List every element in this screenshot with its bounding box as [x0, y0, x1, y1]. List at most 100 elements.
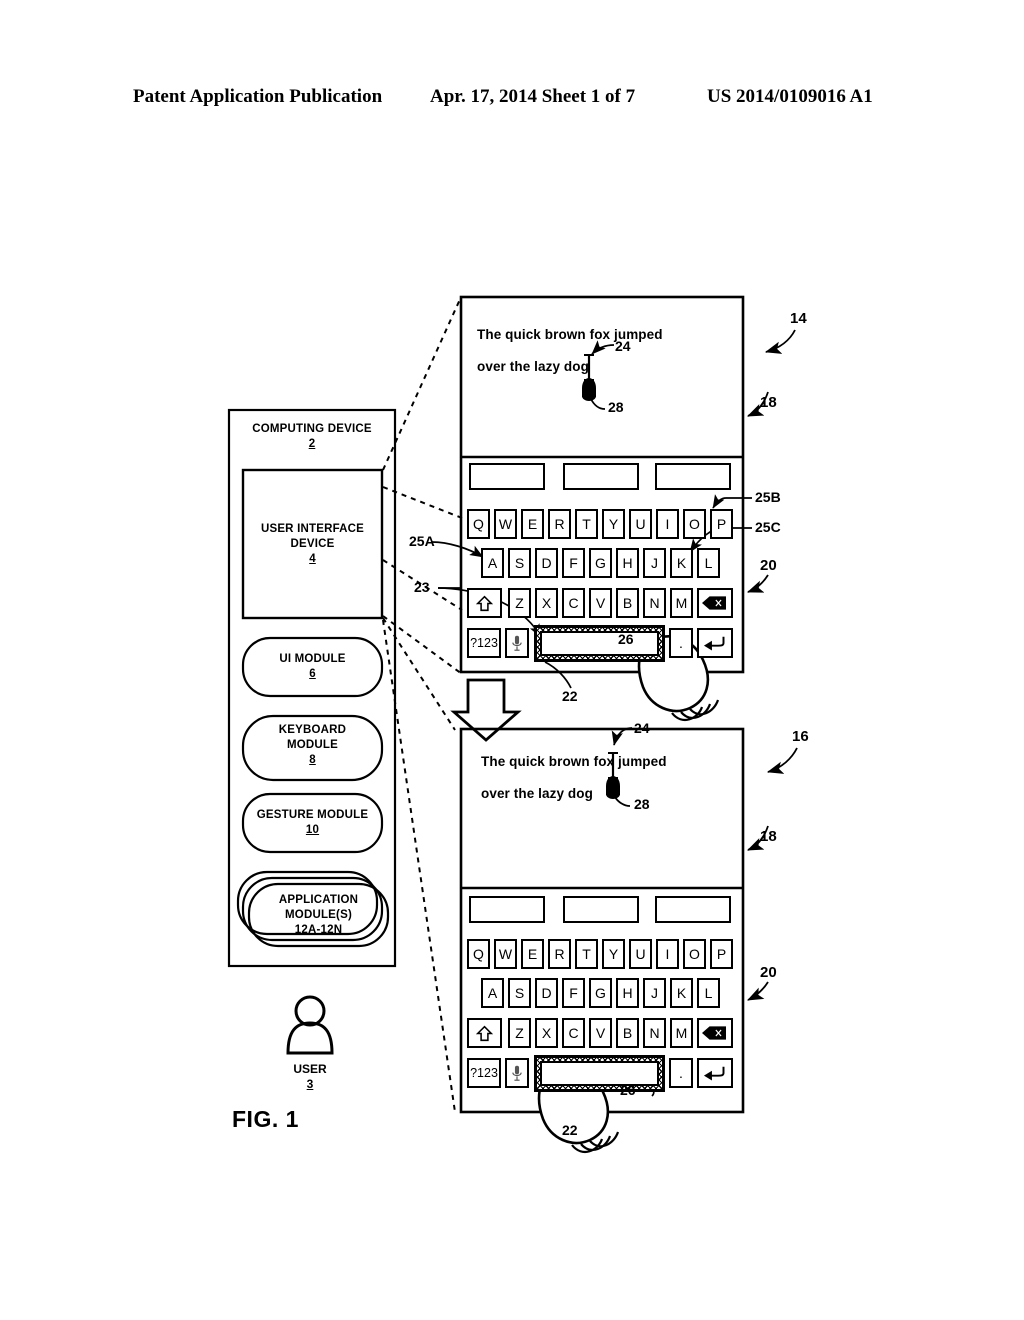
bottom-key-q[interactable]: Q	[467, 939, 490, 969]
top-key-o[interactable]: O	[683, 509, 706, 539]
bottom-key-h[interactable]: H	[616, 978, 639, 1008]
top-key-s[interactable]: S	[508, 548, 531, 578]
bottom-key-mic[interactable]	[505, 1058, 529, 1088]
top-key-numbers[interactable]: ?123	[467, 628, 501, 658]
bottom-suggestion-2[interactable]	[655, 896, 731, 923]
top-suggestion-1[interactable]	[563, 463, 639, 490]
bottom-key-n[interactable]: N	[643, 1018, 666, 1048]
top-key-period[interactable]: .	[669, 628, 693, 658]
ref-18-bottom: 18	[760, 828, 777, 845]
top-key-x[interactable]: X	[535, 588, 558, 618]
top-key-z[interactable]: Z	[508, 588, 531, 618]
bottom-key-l[interactable]: L	[697, 978, 720, 1008]
bottom-key-s[interactable]: S	[508, 978, 531, 1008]
bottom-key-z[interactable]: Z	[508, 1018, 531, 1048]
top-key-w[interactable]: W	[494, 509, 517, 539]
top-key-space[interactable]	[540, 631, 659, 656]
figure-line-art	[227, 295, 798, 1154]
top-key-v[interactable]: V	[589, 588, 612, 618]
bottom-key-w[interactable]: W	[494, 939, 517, 969]
bottom-key-period[interactable]: .	[669, 1058, 693, 1088]
top-key-r[interactable]: R	[548, 509, 571, 539]
bottom-key-m[interactable]: M	[670, 1018, 693, 1048]
top-key-f[interactable]: F	[562, 548, 585, 578]
block-keyboard-module-line2: MODULE	[286, 739, 339, 751]
bottom-key-g[interactable]: G	[589, 978, 612, 1008]
top-key-u[interactable]: U	[629, 509, 652, 539]
top-key-c[interactable]: C	[562, 588, 585, 618]
bottom-key-o[interactable]: O	[683, 939, 706, 969]
top-key-shift[interactable]	[467, 588, 502, 618]
bottom-key-backspace[interactable]	[697, 1018, 733, 1048]
block-computing-device-num: 2	[308, 438, 316, 450]
block-computing-device-label: COMPUTING DEVICE	[252, 423, 372, 435]
top-key-y[interactable]: Y	[602, 509, 625, 539]
top-key-b[interactable]: B	[616, 588, 639, 618]
bottom-key-p[interactable]: P	[710, 939, 733, 969]
block-ui-device-line2: DEVICE	[290, 538, 335, 550]
top-key-g[interactable]: G	[589, 548, 612, 578]
bottom-key-e[interactable]: E	[521, 939, 544, 969]
top-key-p[interactable]: P	[710, 509, 733, 539]
bottom-key-y[interactable]: Y	[602, 939, 625, 969]
ref-18-top: 18	[760, 394, 777, 411]
top-key-j[interactable]: J	[643, 548, 666, 578]
bottom-key-d[interactable]: D	[535, 978, 558, 1008]
ref-14: 14	[790, 310, 807, 327]
block-gesture-module-num: 10	[305, 824, 320, 836]
bottom-key-numbers[interactable]: ?123	[467, 1058, 501, 1088]
top-key-t[interactable]: T	[575, 509, 598, 539]
top-key-enter[interactable]	[697, 628, 733, 658]
top-key-k[interactable]: K	[670, 548, 693, 578]
bottom-suggestion-0[interactable]	[469, 896, 545, 923]
bottom-key-shift[interactable]	[467, 1018, 502, 1048]
top-suggestion-0[interactable]	[469, 463, 545, 490]
top-key-e[interactable]: E	[521, 509, 544, 539]
block-computing-device: COMPUTING DEVICE 2	[229, 422, 395, 452]
block-ui-module-line1: UI MODULE	[279, 653, 346, 665]
bottom-device-text-line2: over the lazy dog	[481, 786, 593, 801]
ref-22-bottom: 22	[562, 1122, 578, 1138]
ref-28-bottom: 28	[634, 796, 650, 812]
bottom-key-b[interactable]: B	[616, 1018, 639, 1048]
block-ui-module-num: 6	[309, 668, 316, 680]
top-suggestion-2[interactable]	[655, 463, 731, 490]
top-key-a[interactable]: A	[481, 548, 504, 578]
bottom-key-t[interactable]: T	[575, 939, 598, 969]
bottom-key-j[interactable]: J	[643, 978, 666, 1008]
patent-figure-page: Patent Application Publication Apr. 17, …	[0, 0, 1024, 1320]
block-ui-module: UI MODULE 6	[243, 652, 382, 682]
top-key-i[interactable]: I	[656, 509, 679, 539]
ref-20-bottom: 20	[760, 964, 777, 981]
block-ui-device-line1: USER INTERFACE	[260, 523, 365, 535]
bottom-key-v[interactable]: V	[589, 1018, 612, 1048]
microphone-icon	[512, 1065, 522, 1081]
block-user-interface-device: USER INTERFACE DEVICE 4	[243, 522, 382, 567]
bottom-key-a[interactable]: A	[481, 978, 504, 1008]
top-key-l[interactable]: L	[697, 548, 720, 578]
ref-24-bottom: 24	[634, 720, 650, 736]
block-keyboard-module-line1: KEYBOARD	[278, 724, 347, 736]
top-key-q[interactable]: Q	[467, 509, 490, 539]
top-key-m[interactable]: M	[670, 588, 693, 618]
top-key-h[interactable]: H	[616, 548, 639, 578]
ref-26-top: 26	[618, 631, 634, 647]
bottom-key-enter[interactable]	[697, 1058, 733, 1088]
block-application-modules: APPLICATION MODULE(S) 12A-12N	[249, 893, 388, 938]
top-key-n[interactable]: N	[643, 588, 666, 618]
bottom-key-space[interactable]	[540, 1061, 659, 1086]
bottom-key-x[interactable]: X	[535, 1018, 558, 1048]
bottom-key-u[interactable]: U	[629, 939, 652, 969]
bottom-suggestion-1[interactable]	[563, 896, 639, 923]
bottom-key-k[interactable]: K	[670, 978, 693, 1008]
bottom-device-text-line1: The quick brown fox jumped	[481, 754, 667, 769]
shift-icon	[476, 1025, 493, 1041]
top-key-backspace[interactable]	[697, 588, 733, 618]
bottom-key-i[interactable]: I	[656, 939, 679, 969]
top-key-mic[interactable]	[505, 628, 529, 658]
backspace-icon	[702, 1026, 727, 1040]
bottom-key-c[interactable]: C	[562, 1018, 585, 1048]
bottom-key-f[interactable]: F	[562, 978, 585, 1008]
bottom-key-r[interactable]: R	[548, 939, 571, 969]
top-key-d[interactable]: D	[535, 548, 558, 578]
